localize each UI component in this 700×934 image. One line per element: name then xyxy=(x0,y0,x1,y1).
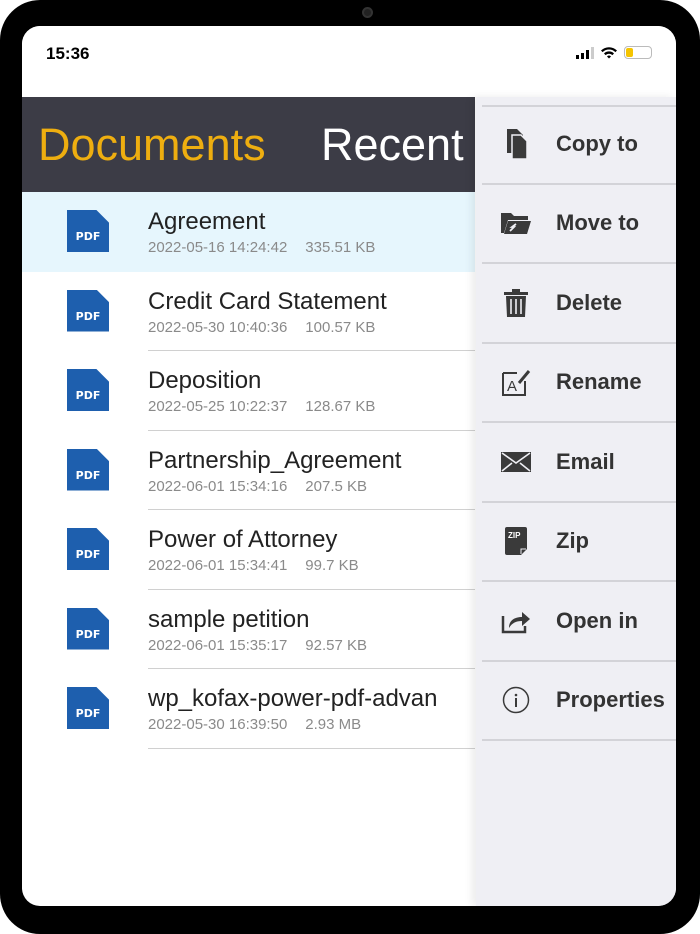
wifi-icon xyxy=(601,47,617,59)
envelope-icon xyxy=(500,446,532,478)
svg-text:ZIP: ZIP xyxy=(508,531,521,540)
status-time: 15:36 xyxy=(46,44,90,63)
file-date: 2022-05-30 16:39:50 xyxy=(148,716,288,733)
file-name: wp_kofax-power-pdf-advan xyxy=(148,685,438,712)
file-date: 2022-05-16 14:24:42 xyxy=(148,239,288,256)
file-list: PDF Agreement 2022-05-16 14:24:42 335.51 … xyxy=(22,192,475,749)
battery-icon xyxy=(624,46,652,59)
menu-item-label: Properties xyxy=(556,687,665,713)
signal-icon xyxy=(576,46,594,59)
file-date: 2022-05-30 10:40:36 xyxy=(148,318,288,336)
menu-item-label: Copy to xyxy=(556,130,638,156)
file-size: 335.51 KB xyxy=(305,239,376,256)
menu-item-rename[interactable]: A Rename xyxy=(482,344,676,423)
zip-icon: ZIP xyxy=(500,525,532,557)
pdf-file-icon: PDF xyxy=(67,607,109,650)
file-date: 2022-06-01 15:34:16 xyxy=(148,477,288,495)
file-row[interactable]: PDF Agreement 2022-05-16 14:24:42 335.51 … xyxy=(22,192,475,272)
menu-item-label: Open in xyxy=(556,607,638,633)
menu-item-properties[interactable]: Properties xyxy=(482,662,676,741)
info-icon xyxy=(500,684,532,716)
file-name: Credit Card Statement xyxy=(148,287,387,315)
pdf-file-icon: PDF xyxy=(67,369,109,411)
copy-icon xyxy=(500,128,532,160)
menu-item-email[interactable]: Email xyxy=(482,423,676,503)
menu-item-label: Move to xyxy=(556,210,640,236)
menu-item-open-in[interactable]: Open in xyxy=(482,582,676,662)
file-row[interactable]: PDF Power of Attorney 2022-06-01 15:34:4… xyxy=(22,510,475,590)
menu-item-delete[interactable]: Delete xyxy=(482,264,676,344)
menu-item-label: Delete xyxy=(556,289,623,315)
file-size: 2.93 MB xyxy=(305,716,362,733)
file-name: Partnership_Agreement xyxy=(148,446,402,474)
tab-documents[interactable]: Documents xyxy=(38,119,266,171)
file-name: Power of Attorney xyxy=(148,526,338,553)
file-date: 2022-05-25 10:22:37 xyxy=(148,398,288,415)
file-name: sample petition xyxy=(148,605,310,633)
svg-text:A: A xyxy=(507,378,517,395)
menu-item-label: Rename xyxy=(556,369,642,395)
file-date: 2022-06-01 15:35:17 xyxy=(148,636,288,654)
file-row[interactable]: PDF Credit Card Statement 2022-05-30 10:… xyxy=(22,272,475,351)
file-name: Deposition xyxy=(148,367,262,394)
pdf-file-icon: PDF xyxy=(67,448,109,491)
file-size: 128.67 KB xyxy=(305,398,376,415)
tab-recent[interactable]: Recent xyxy=(321,119,464,171)
pdf-file-icon: PDF xyxy=(67,687,109,729)
status-bar: 15:36 xyxy=(22,26,676,97)
file-size: 92.57 KB xyxy=(305,636,368,654)
menu-item-label: Zip xyxy=(556,528,589,554)
tablet-frame: 15:36 Documents Recent PDF Agreement 202… xyxy=(0,0,700,934)
camera xyxy=(362,7,373,18)
pdf-file-icon: PDF xyxy=(67,289,109,332)
move-folder-icon xyxy=(500,207,532,239)
pdf-file-icon: PDF xyxy=(67,528,109,570)
menu-item-copy-to[interactable]: Copy to xyxy=(482,105,676,185)
share-icon xyxy=(500,605,532,637)
rename-icon: A xyxy=(500,366,532,398)
file-row[interactable]: PDF Partnership_Agreement 2022-06-01 15:… xyxy=(22,431,475,510)
context-menu: Copy to Move to Delete A Rename Email ZIP Zip Op… xyxy=(476,97,676,906)
file-size: 99.7 KB xyxy=(305,557,359,574)
file-size: 207.5 KB xyxy=(305,477,368,495)
file-row[interactable]: PDF wp_kofax-power-pdf-advan 2022-05-30 … xyxy=(22,669,475,749)
file-size: 100.57 KB xyxy=(305,318,376,336)
file-row[interactable]: PDF Deposition 2022-05-25 10:22:37 128.67… xyxy=(22,351,475,431)
tab-header: Documents Recent xyxy=(22,97,475,192)
divider xyxy=(148,747,475,749)
menu-item-zip[interactable]: ZIP Zip xyxy=(482,503,676,582)
file-date: 2022-06-01 15:34:41 xyxy=(148,557,288,574)
screen: 15:36 Documents Recent PDF Agreement 202… xyxy=(22,26,676,906)
file-name: Agreement xyxy=(148,208,266,235)
trash-icon xyxy=(500,287,532,319)
file-row[interactable]: PDF sample petition 2022-06-01 15:35:17 9… xyxy=(22,590,475,669)
menu-item-label: Email xyxy=(556,448,615,474)
pdf-file-icon: PDF xyxy=(67,210,109,252)
menu-item-move-to[interactable]: Move to xyxy=(482,185,676,264)
